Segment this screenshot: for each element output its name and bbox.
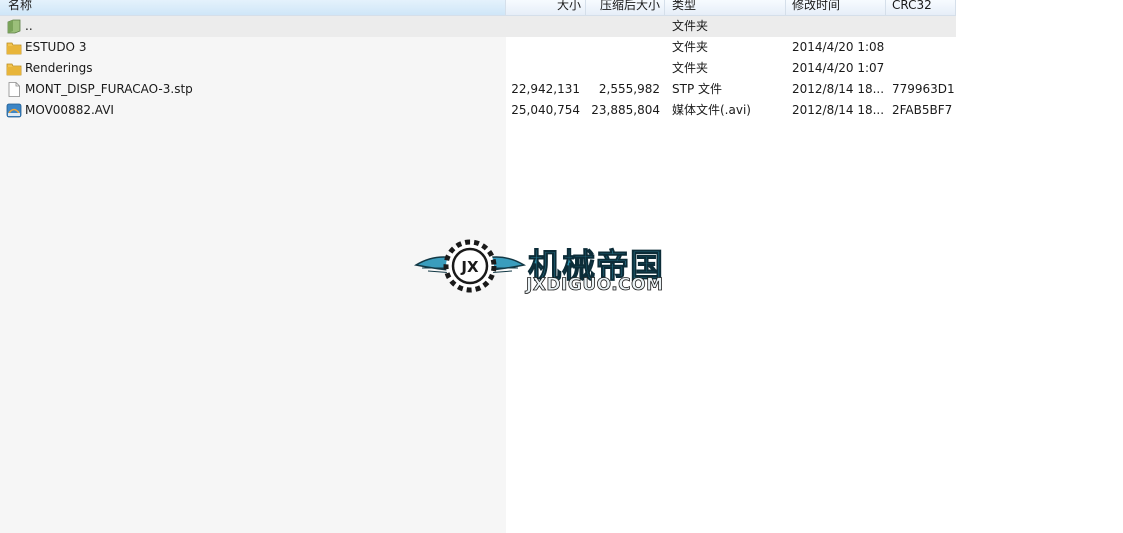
file-name: Renderings [25,61,93,75]
file-type: 文件夹 [672,61,709,75]
file-modified: 2012/8/14 18... [792,103,885,117]
column-header-type[interactable]: 类型 [665,0,786,15]
column-header-modified[interactable]: 修改时间 [786,0,886,15]
file-modified: 2014/4/20 1:08 [792,40,885,54]
parent-folder-icon [7,19,21,34]
file-name: MOV00882.AVI [25,103,114,117]
file-crc: 2FAB5BF7 [892,103,953,117]
file-row[interactable]: Renderings 文件夹 2014/4/20 1:07 [0,58,956,79]
file-modified: 2014/4/20 1:07 [792,61,885,75]
file-row[interactable]: ESTUDO 3 文件夹 2014/4/20 1:08 [0,37,956,58]
file-size: 22,942,131 [511,82,580,96]
file-type: 文件夹 [672,19,709,33]
column-header-crc32[interactable]: CRC32 [886,0,956,15]
file-crc: 779963D1 [892,82,955,96]
watermark-english-text: JXDIGUO.COM [526,275,664,296]
column-header: 名称 大小 压缩后大小 类型 修改时间 CRC32 [0,0,956,16]
column-header-packed-size[interactable]: 压缩后大小 [586,0,665,15]
file-packed-size: 23,885,804 [591,103,660,117]
folder-icon [6,42,22,55]
file-size: 25,040,754 [511,103,580,117]
video-file-icon [6,103,22,118]
gear-wings-emblem-icon: JX [414,239,526,293]
file-name: MONT_DISP_FURACAO-3.stp [25,82,193,96]
file-row[interactable]: MONT_DISP_FURACAO-3.stp 22,942,131 2,555… [0,79,956,100]
document-icon [8,82,20,97]
file-type: 文件夹 [672,40,709,54]
file-packed-size: 2,555,982 [598,82,660,96]
file-row[interactable]: MOV00882.AVI 25,040,754 23,885,804 媒体文件(… [0,100,956,121]
folder-icon [6,63,22,76]
file-name: .. [25,19,33,33]
column-header-size[interactable]: 大小 [506,0,586,15]
file-type: STP 文件 [672,82,722,96]
column-header-name[interactable]: 名称 [0,0,506,15]
file-modified: 2012/8/14 18... [792,82,885,96]
file-row-parent[interactable]: .. 文件夹 [0,16,956,37]
watermark-logo: JX 机械帝国 JXDIGUO.COM [414,235,706,297]
file-name: ESTUDO 3 [25,40,87,54]
emblem-text: JX [460,258,479,276]
file-type: 媒体文件(.avi) [672,103,751,117]
